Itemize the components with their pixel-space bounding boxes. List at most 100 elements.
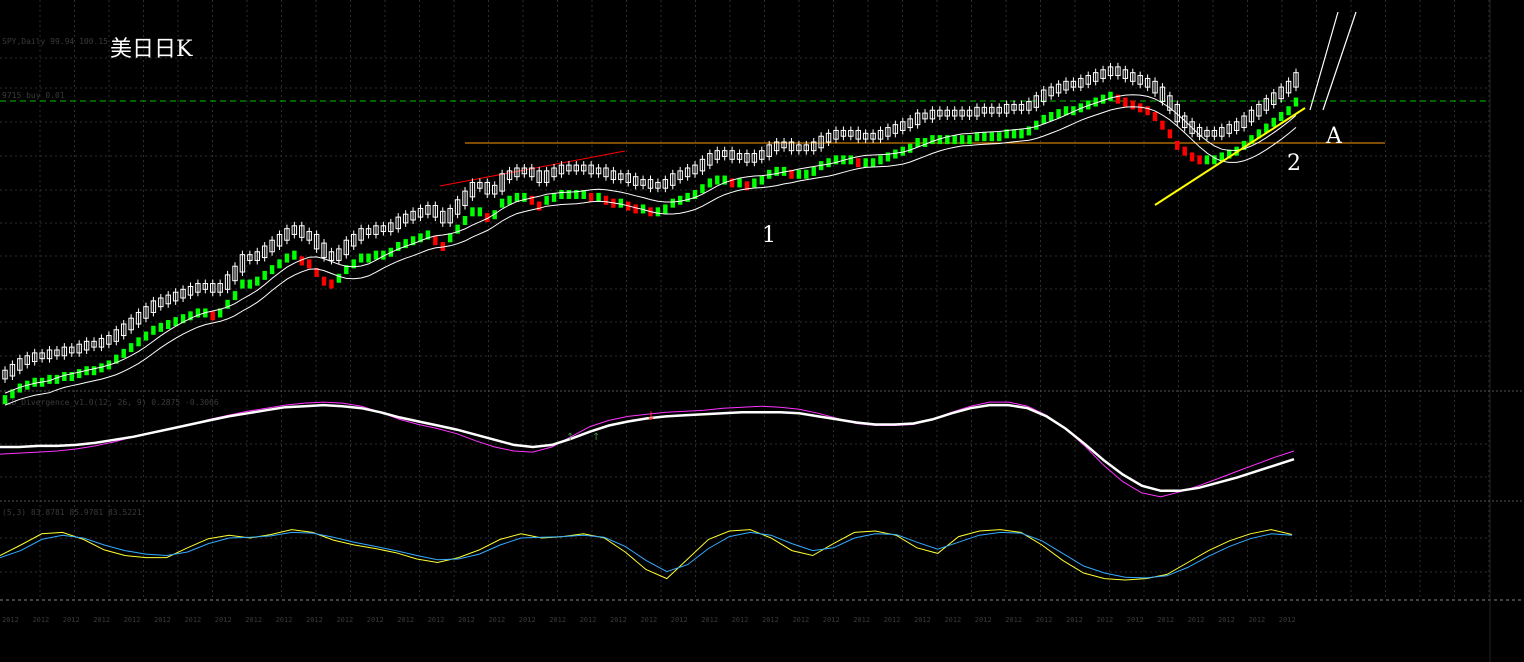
time-axis-tick-label: 2012 — [154, 616, 171, 624]
up-bar — [128, 343, 134, 353]
up-bar — [447, 233, 453, 243]
up-bar — [930, 135, 935, 145]
moving-averages — [4, 94, 1297, 406]
down-bar — [1123, 97, 1128, 107]
stoch-pane-header: (5,3) 83.8781 85.9781 83.5221 — [2, 508, 142, 517]
up-bar — [1034, 120, 1039, 130]
up-bar — [566, 190, 572, 199]
down-bar — [1197, 155, 1202, 165]
up-bar — [292, 250, 297, 260]
up-bar — [982, 132, 987, 142]
series-line-1 — [0, 531, 1293, 579]
time-axis-tick-label: 2012 — [306, 616, 323, 624]
time-axis-tick-label: 2012 — [792, 616, 809, 624]
time-axis-tick-label: 2012 — [2, 616, 19, 624]
time-axis-tick-label: 2012 — [336, 616, 353, 624]
up-bar — [952, 135, 957, 145]
up-bar — [247, 279, 253, 289]
up-bar — [715, 175, 720, 185]
up-bar — [54, 374, 60, 384]
time-axis-tick-label: 2012 — [63, 616, 80, 624]
up-bar — [974, 132, 980, 142]
time-axis-tick-label: 2012 — [701, 616, 718, 624]
up-bar — [596, 192, 601, 202]
up-bar — [1048, 112, 1054, 121]
up-bar — [470, 207, 475, 217]
down-bar — [210, 311, 215, 321]
time-axis-tick-label: 2012 — [1096, 616, 1113, 624]
up-bar — [967, 135, 972, 145]
up-bar — [507, 195, 512, 205]
time-axis-tick-label: 2012 — [184, 616, 201, 624]
time-axis-tick-label: 2012 — [367, 616, 384, 624]
chart-grid — [0, 0, 1490, 600]
up-bar — [804, 169, 809, 179]
down-bar — [306, 259, 312, 269]
up-bar — [893, 149, 898, 159]
time-axis-tick-label: 2012 — [610, 616, 627, 624]
time-axis-tick-label: 2012 — [397, 616, 414, 624]
time-axis-tick-label: 2012 — [580, 616, 597, 624]
up-bar — [915, 138, 920, 147]
up-bar — [774, 166, 779, 176]
up-bar — [826, 158, 831, 168]
buy-line-label: 9715 buy 0.01 — [2, 91, 65, 100]
up-bar — [284, 253, 290, 263]
down-arrow-marker: ↓ — [646, 409, 656, 423]
time-axis-tick-label: 2012 — [1248, 616, 1265, 624]
up-bar — [759, 175, 765, 185]
up-bar — [76, 369, 82, 379]
chart-title: 美日日K — [110, 37, 193, 62]
annotation-1: 1 — [762, 223, 776, 248]
time-axis-tick-label: 2012 — [884, 616, 901, 624]
up-bar — [707, 178, 713, 188]
up-arrow-marker: ↑ — [592, 432, 600, 443]
up-bar — [1108, 91, 1113, 101]
up-bar — [514, 192, 520, 202]
up-bar — [269, 265, 275, 275]
down-bar — [588, 192, 594, 202]
up-bar — [373, 250, 379, 260]
down-bar — [536, 201, 542, 211]
up-bar — [1019, 129, 1024, 139]
time-axis-tick-label: 2012 — [276, 616, 293, 624]
time-axis-tick-label: 2012 — [944, 616, 961, 624]
down-bar — [603, 195, 609, 205]
up-bar — [1056, 109, 1061, 119]
up-bar — [685, 192, 690, 202]
down-bar — [633, 204, 638, 214]
up-bar — [255, 276, 260, 286]
up-bar — [870, 158, 876, 168]
up-bar — [1011, 129, 1017, 139]
down-bar — [1189, 152, 1195, 162]
up-bar — [277, 259, 282, 269]
up-bar — [996, 132, 1002, 142]
annotation-a: A — [1325, 124, 1343, 149]
projection-line-left — [1309, 11, 1339, 111]
up-bar — [1041, 114, 1046, 124]
time-axis-tick-label: 2012 — [458, 616, 475, 624]
up-bar — [878, 155, 883, 165]
annotation-2: 2 — [1287, 151, 1301, 176]
time-axis-tick-label: 2012 — [762, 616, 779, 624]
time-axis-tick-label: 2012 — [32, 616, 49, 624]
time-axis-tick-label: 2012 — [549, 616, 566, 624]
up-bar — [907, 143, 913, 153]
up-bar — [618, 198, 624, 208]
up-bar — [2, 395, 8, 405]
up-bar — [811, 166, 816, 176]
up-bar — [959, 135, 965, 145]
up-bar — [551, 192, 557, 202]
down-bar — [433, 236, 438, 246]
time-axis-tick-label: 2012 — [245, 616, 262, 624]
up-bar — [737, 178, 742, 188]
time-axis-tick-label: 2012 — [124, 616, 141, 624]
time-axis-tick-label: 2012 — [1066, 616, 1083, 624]
up-arrow-marker: ↑ — [566, 432, 574, 443]
time-axis-tick-label: 2012 — [428, 616, 445, 624]
time-axis-tick-label: 2012 — [671, 616, 688, 624]
stock-chart: SPY,Daily 99.94 100.15 9 9715 buy 0.01 A… — [0, 0, 1524, 662]
up-bar — [240, 279, 245, 289]
up-bar — [358, 253, 364, 263]
up-bar — [366, 253, 371, 263]
